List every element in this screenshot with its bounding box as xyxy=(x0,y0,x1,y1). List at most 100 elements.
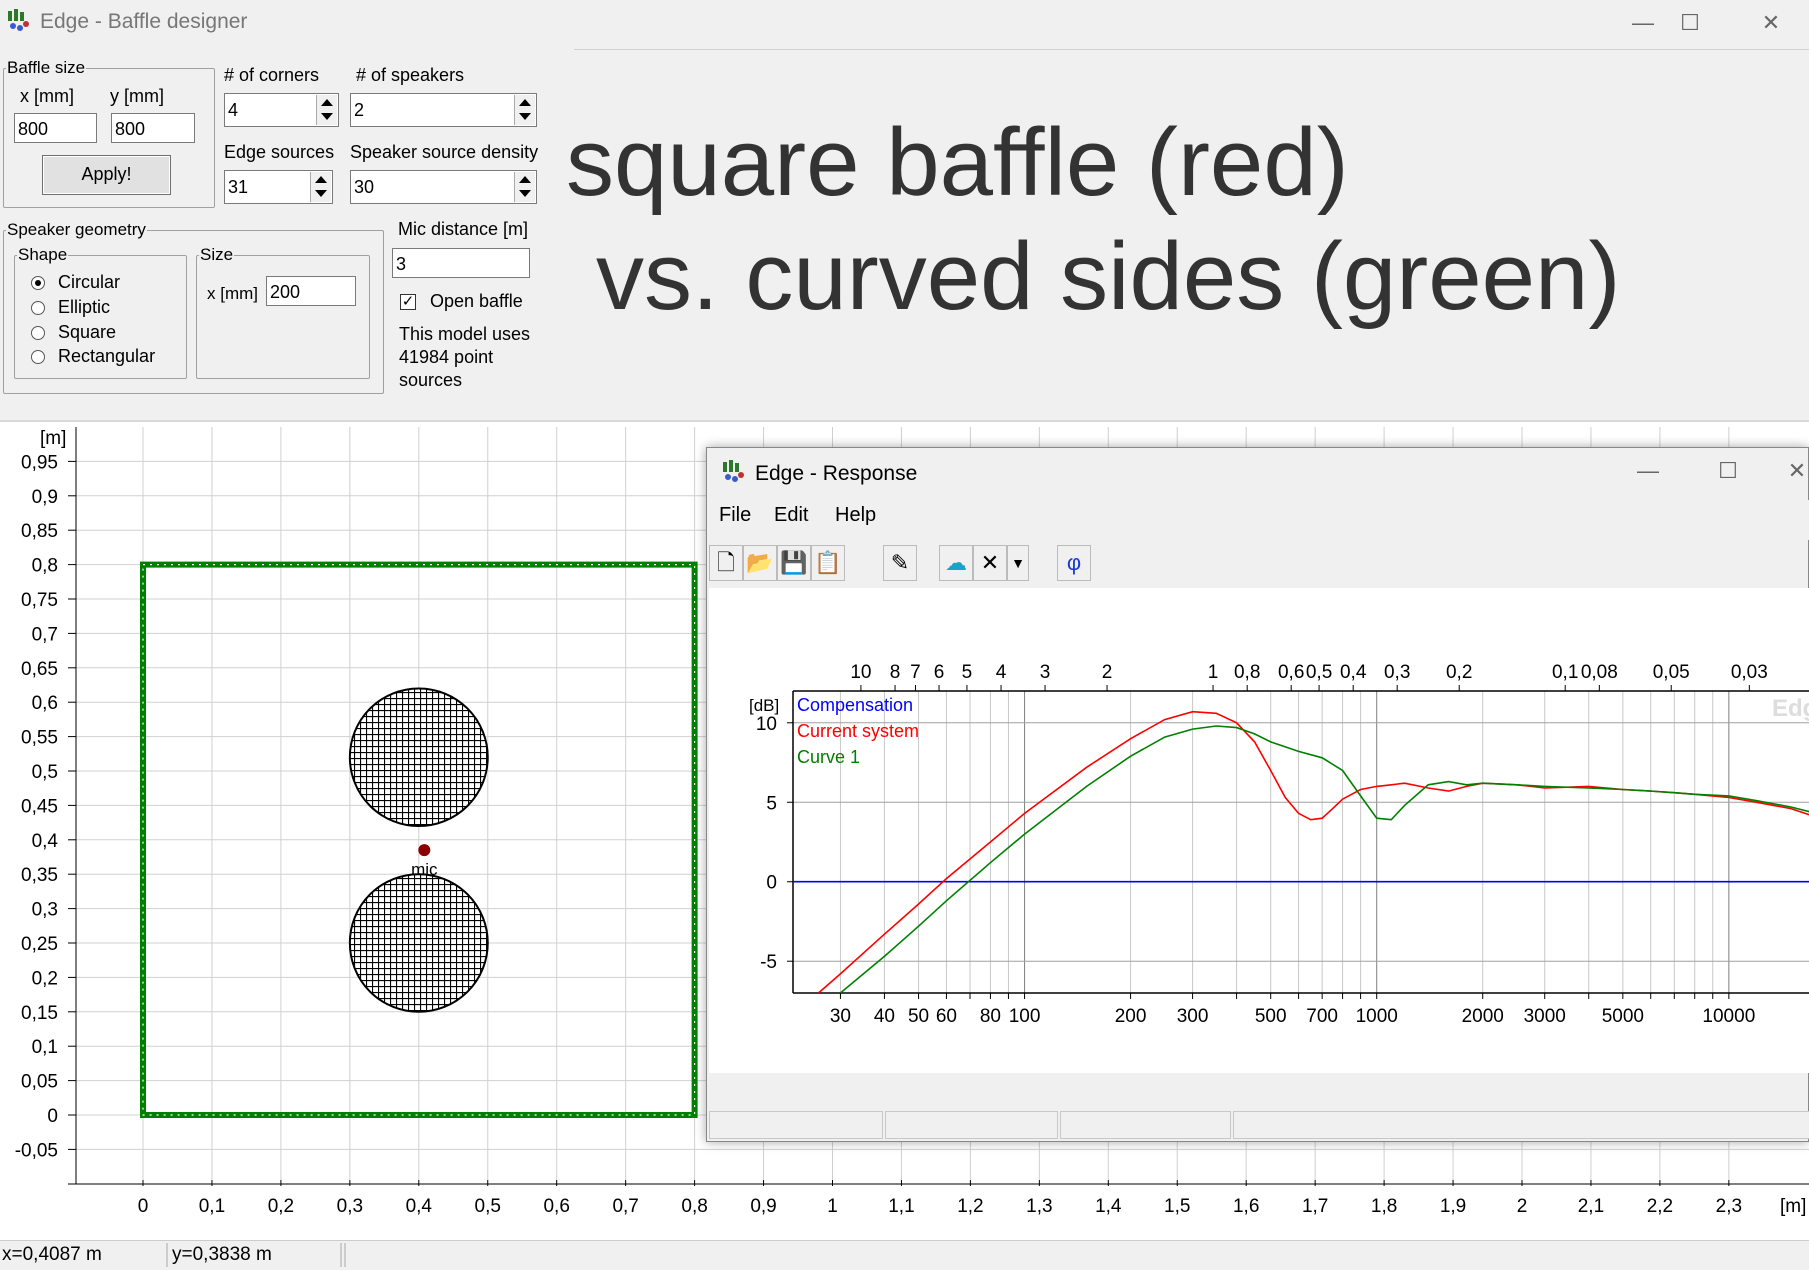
open-icon[interactable]: 📂 xyxy=(743,545,777,581)
y-tick-label: 0,85 xyxy=(21,521,58,542)
x-tick-label: 80 xyxy=(980,1006,1001,1027)
x-unit-label: [m] xyxy=(1780,1196,1806,1217)
mic-distance-input[interactable]: 3 xyxy=(392,248,530,278)
corners-label: # of corners xyxy=(224,65,319,86)
speakers-spinner[interactable]: 2 xyxy=(350,93,537,127)
x-tick-label: 2 xyxy=(1517,1196,1528,1217)
size-legend: Size xyxy=(199,245,234,265)
response-status-4 xyxy=(1233,1111,1809,1139)
edge-sources-spin-buttons[interactable] xyxy=(310,172,331,202)
apply-button[interactable]: Apply! xyxy=(42,155,171,195)
maximize-button[interactable]: ☐ xyxy=(1667,6,1713,40)
series-line-curve-1 xyxy=(840,726,1809,993)
x-tick-label: 50 xyxy=(908,1006,929,1027)
baffle-y-input[interactable]: 800 xyxy=(111,113,195,143)
x-tick-label: 2000 xyxy=(1462,1006,1504,1027)
top-tick-label: 0,05 xyxy=(1653,662,1690,683)
y-tick-label: 0 xyxy=(47,1106,58,1127)
x-tick-label: 1,8 xyxy=(1371,1196,1397,1217)
x-tick-label: 200 xyxy=(1115,1006,1147,1027)
response-status-1 xyxy=(709,1111,883,1139)
y-axis-label: [dB] xyxy=(749,696,779,715)
phase-icon[interactable]: φ xyxy=(1057,545,1091,581)
size-x-input[interactable]: 200 xyxy=(266,276,356,306)
title-bar xyxy=(0,0,1809,50)
response-chart[interactable]: 3040506080100200300500700100020003000500… xyxy=(709,588,1809,1073)
x-tick-label: 2,1 xyxy=(1578,1196,1604,1217)
speaker-density-spin-buttons[interactable] xyxy=(514,172,535,202)
overlay-caption-line2: vs. curved sides (green) xyxy=(596,222,1620,332)
response-plot-area[interactable]: 3040506080100200300500700100020003000500… xyxy=(709,588,1809,1073)
baffle-x-input[interactable]: 800 xyxy=(14,113,97,143)
edge-sources-value: 31 xyxy=(228,177,248,197)
radio-circular[interactable] xyxy=(31,276,45,290)
save-icon[interactable]: 💾 xyxy=(777,545,811,581)
speakers-spin-buttons[interactable] xyxy=(514,95,535,125)
open-baffle-checkbox[interactable]: ✓ xyxy=(400,294,416,310)
corners-value: 4 xyxy=(228,100,238,120)
cloud-icon[interactable]: ☁ xyxy=(939,545,973,581)
x-tick-label: 100 xyxy=(1009,1006,1041,1027)
top-tick-label: 4 xyxy=(996,662,1007,683)
top-tick-label: 0,4 xyxy=(1340,662,1367,683)
x-tick-label: 1,9 xyxy=(1440,1196,1466,1217)
response-minimize-button[interactable]: — xyxy=(1625,454,1671,488)
x-tick-label: 2,3 xyxy=(1716,1196,1742,1217)
close-button[interactable]: ✕ xyxy=(1748,6,1794,40)
y-tick-label: 0,4 xyxy=(32,831,59,852)
x-tick-label: 40 xyxy=(874,1006,895,1027)
edge-sources-spinner[interactable]: 31 xyxy=(224,170,333,204)
y-tick-label: 0,9 xyxy=(32,487,58,508)
y-tick-label: 0,1 xyxy=(32,1037,58,1058)
dropdown-icon[interactable]: ▼ xyxy=(1007,545,1029,581)
series-line-current-system xyxy=(819,712,1809,993)
shape-legend: Shape xyxy=(17,245,68,265)
x-tick-label: 0,2 xyxy=(268,1196,294,1217)
x-tick-label: 1 xyxy=(827,1196,838,1217)
app-icon xyxy=(6,8,32,34)
corners-spinner[interactable]: 4 xyxy=(224,93,339,127)
y-tick-label: 0 xyxy=(766,873,777,894)
x-tick-label: 0,1 xyxy=(199,1196,225,1217)
top-tick-label: 6 xyxy=(934,662,945,683)
x-tick-label: 2,2 xyxy=(1647,1196,1673,1217)
speaker-geometry-legend: Speaker geometry xyxy=(6,220,147,240)
x-tick-label: 0 xyxy=(138,1196,149,1217)
radio-elliptic[interactable] xyxy=(31,301,45,315)
copy-icon[interactable]: 📋 xyxy=(811,545,845,581)
corners-spin-buttons[interactable] xyxy=(316,95,337,125)
y-tick-label: 0,75 xyxy=(21,590,58,611)
x-tick-label: 1,7 xyxy=(1302,1196,1328,1217)
y-tick-label: 0,15 xyxy=(21,1003,58,1024)
radio-rectangular[interactable] xyxy=(31,350,45,364)
overlay-caption-line1: square baffle (red) xyxy=(566,108,1349,218)
x-tick-label: 300 xyxy=(1177,1006,1209,1027)
y-tick-label: 0,65 xyxy=(21,659,58,680)
radio-square[interactable] xyxy=(31,326,45,340)
response-maximize-button[interactable]: ☐ xyxy=(1705,454,1751,488)
baffle-y-label: y [mm] xyxy=(110,86,164,107)
y-tick-label: 10 xyxy=(756,714,777,735)
new-icon[interactable]: 🗋 xyxy=(709,545,743,581)
speaker-density-label: Speaker source density xyxy=(350,142,538,163)
y-tick-label: 0,7 xyxy=(32,624,58,645)
response-close-button[interactable]: ✕ xyxy=(1785,454,1809,488)
response-window[interactable]: Edge - Response — ☐ ✕ File Edit Help 🗋 📂… xyxy=(706,447,1809,1142)
delete-icon[interactable]: ✕ xyxy=(973,545,1007,581)
y-tick-label: 0,35 xyxy=(21,865,58,886)
x-tick-label: 30 xyxy=(830,1006,851,1027)
y-tick-label: 0,3 xyxy=(32,900,58,921)
top-tick-label: 0,8 xyxy=(1234,662,1260,683)
minimize-button[interactable]: — xyxy=(1620,6,1666,40)
y-tick-label: 5 xyxy=(766,793,777,814)
menu-help[interactable]: Help xyxy=(835,504,876,527)
top-tick-label: 0,3 xyxy=(1384,662,1410,683)
top-tick-label: 0,1 xyxy=(1552,662,1578,683)
pen-icon[interactable]: ✎ xyxy=(883,545,917,581)
x-tick-label: 0,5 xyxy=(475,1196,501,1217)
edge-sources-label: Edge sources xyxy=(224,142,334,163)
speaker-density-spinner[interactable]: 30 xyxy=(350,170,537,204)
menu-edit[interactable]: Edit xyxy=(774,504,808,527)
x-tick-label: 0,7 xyxy=(612,1196,638,1217)
menu-file[interactable]: File xyxy=(719,504,751,527)
